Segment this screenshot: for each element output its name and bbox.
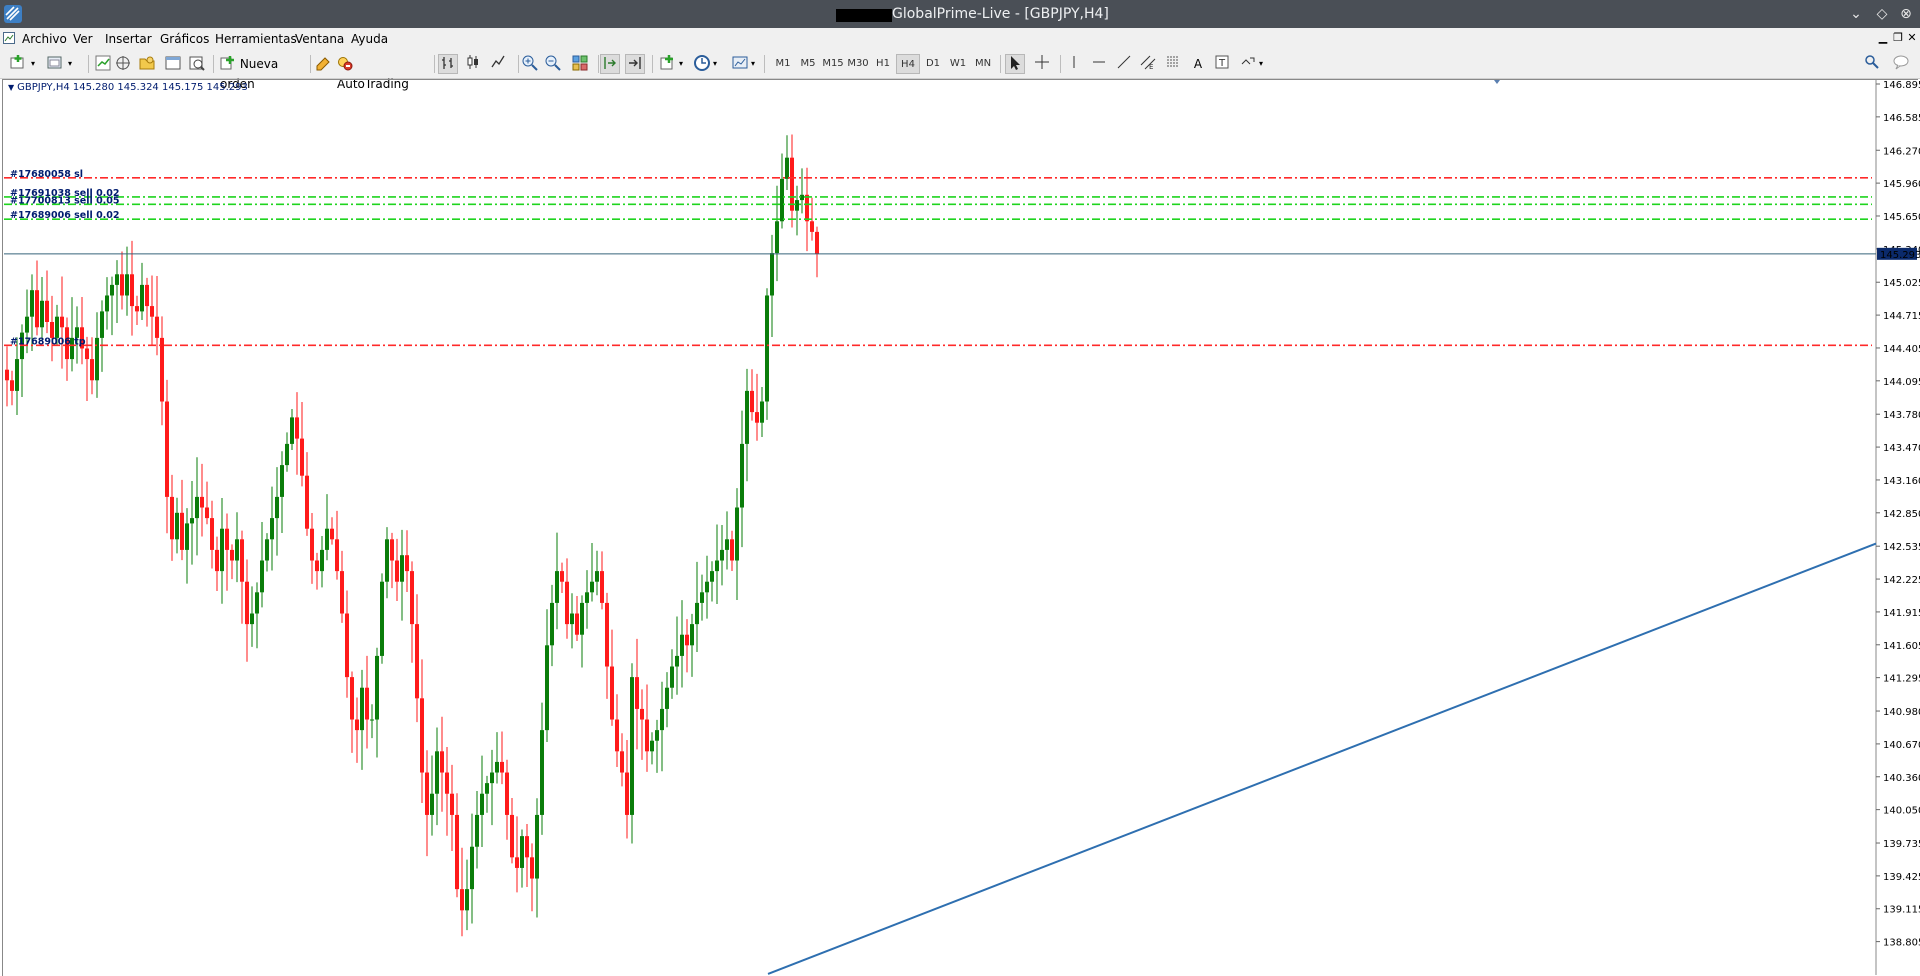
chevron-down-icon[interactable]: ▾ bbox=[748, 54, 758, 74]
menu-graficos[interactable]: Gráficos bbox=[160, 32, 209, 46]
separator bbox=[310, 55, 311, 73]
chevron-down-icon[interactable]: ▾ bbox=[710, 54, 720, 74]
symbol-ohlc-text: GBPJPY,H4 145.280 145.324 145.175 145.29… bbox=[17, 82, 248, 93]
navigator-icon[interactable] bbox=[137, 54, 157, 74]
zoom-out-icon[interactable] bbox=[543, 54, 563, 74]
timeframe-h1[interactable]: H1 bbox=[871, 54, 895, 74]
text-tool-icon[interactable]: A bbox=[1188, 54, 1208, 74]
chart-shift-icon[interactable] bbox=[600, 54, 620, 74]
separator bbox=[598, 55, 599, 73]
new-order-icon bbox=[220, 56, 234, 70]
crosshair-icon[interactable] bbox=[1032, 54, 1052, 74]
timeframe-w1[interactable]: W1 bbox=[946, 54, 970, 74]
timeframe-h4[interactable]: H4 bbox=[896, 54, 920, 74]
chart-document-icon bbox=[3, 32, 15, 44]
data-window-icon[interactable] bbox=[113, 54, 133, 74]
bar-chart-icon[interactable] bbox=[438, 54, 458, 74]
separator bbox=[652, 55, 653, 73]
horizontal-line-icon[interactable] bbox=[1089, 54, 1109, 74]
chevron-down-icon[interactable]: ▾ bbox=[65, 54, 75, 74]
app-logo-icon bbox=[4, 5, 22, 23]
timeframe-m15[interactable]: M15 bbox=[821, 54, 845, 74]
timeframe-m30[interactable]: M30 bbox=[846, 54, 870, 74]
new-order-button[interactable]: Nueva orden bbox=[220, 54, 306, 91]
separator bbox=[434, 55, 435, 73]
arrows-icon[interactable] bbox=[1238, 54, 1258, 74]
menu-archivo[interactable]: Archivo bbox=[22, 32, 67, 46]
chevron-down-icon[interactable]: ▾ bbox=[676, 54, 686, 74]
autotrading-icon bbox=[338, 57, 353, 71]
strategy-tester-icon[interactable] bbox=[187, 54, 207, 74]
tile-windows-icon[interactable] bbox=[570, 54, 590, 74]
svg-text:E: E bbox=[1149, 63, 1153, 70]
timeframe-m1[interactable]: M1 bbox=[771, 54, 795, 74]
separator bbox=[213, 55, 214, 73]
cursor-icon[interactable] bbox=[1005, 54, 1025, 74]
timeframe-mn[interactable]: MN bbox=[971, 54, 995, 74]
menu-ayuda[interactable]: Ayuda bbox=[351, 32, 388, 46]
zoom-in-icon[interactable] bbox=[520, 54, 540, 74]
terminal-icon[interactable] bbox=[163, 54, 183, 74]
menu-bar: Archivo Ver Insertar Gráficos Herramient… bbox=[0, 28, 1920, 50]
chevron-down-icon[interactable]: ▾ bbox=[28, 54, 38, 74]
timeframe-m5[interactable]: M5 bbox=[796, 54, 820, 74]
chevron-down-icon[interactable]: ⌄ bbox=[1846, 4, 1866, 24]
meta-editor-icon[interactable] bbox=[313, 54, 333, 74]
menu-insertar[interactable]: Insertar bbox=[105, 32, 152, 46]
chat-icon[interactable] bbox=[1892, 54, 1912, 74]
chevron-down-icon[interactable]: ▾ bbox=[1256, 54, 1266, 74]
timeframe-d1[interactable]: D1 bbox=[921, 54, 945, 74]
triangle-down-icon[interactable]: ▼ bbox=[8, 83, 14, 92]
search-icon[interactable] bbox=[1862, 54, 1882, 74]
menu-herramientas[interactable]: Herramientas bbox=[215, 32, 297, 46]
close-icon[interactable]: ⊗ bbox=[1896, 4, 1916, 24]
market-watch-icon[interactable] bbox=[93, 54, 113, 74]
redacted-account bbox=[836, 9, 892, 22]
autotrading-button[interactable]: AutoTrading bbox=[337, 54, 421, 91]
chart-symbol-info: ▼ GBPJPY,H4 145.280 145.324 145.175 145.2… bbox=[8, 82, 248, 93]
mdi-close-icon[interactable]: ✕ bbox=[1905, 31, 1919, 45]
equidistant-channel-icon[interactable]: E bbox=[1138, 54, 1158, 74]
auto-scroll-icon[interactable] bbox=[625, 54, 645, 74]
profiles-icon[interactable] bbox=[45, 54, 65, 74]
restore-icon[interactable]: ◇ bbox=[1872, 4, 1892, 24]
candlestick-chart-icon[interactable] bbox=[463, 54, 483, 74]
line-chart-icon[interactable] bbox=[488, 54, 508, 74]
new-chart-icon[interactable] bbox=[8, 54, 28, 74]
text-label-icon[interactable]: T bbox=[1212, 54, 1232, 74]
separator bbox=[1060, 55, 1061, 73]
periods-clock-icon[interactable] bbox=[692, 54, 712, 74]
fibonacci-icon[interactable] bbox=[1163, 54, 1183, 74]
window-title: GlobalPrime-Live - [GBPJPY,H4] bbox=[892, 6, 1109, 22]
mdi-minimize-icon[interactable]: ▁ bbox=[1876, 31, 1890, 45]
menu-ver[interactable]: Ver bbox=[73, 32, 93, 46]
separator bbox=[1000, 55, 1001, 73]
menu-ventana[interactable]: Ventana bbox=[295, 32, 344, 46]
mdi-restore-icon[interactable]: ❐ bbox=[1891, 31, 1905, 45]
separator bbox=[518, 55, 519, 73]
toolbar: ▾ ▾ Nueva orden AutoTrading ▾ ▾ ▾ M1 M5 … bbox=[0, 50, 1920, 91]
svg-text:T: T bbox=[1218, 58, 1226, 69]
separator bbox=[88, 55, 89, 73]
separator bbox=[764, 55, 765, 73]
vertical-line-icon[interactable] bbox=[1064, 54, 1084, 74]
title-bar: GlobalPrime-Live - [GBPJPY,H4] ⌄ ◇ ⊗ bbox=[0, 0, 1920, 28]
indicators-icon[interactable] bbox=[658, 54, 678, 74]
templates-icon[interactable] bbox=[730, 54, 750, 74]
trendline-icon[interactable] bbox=[1114, 54, 1134, 74]
chart-window[interactable] bbox=[2, 79, 1918, 976]
